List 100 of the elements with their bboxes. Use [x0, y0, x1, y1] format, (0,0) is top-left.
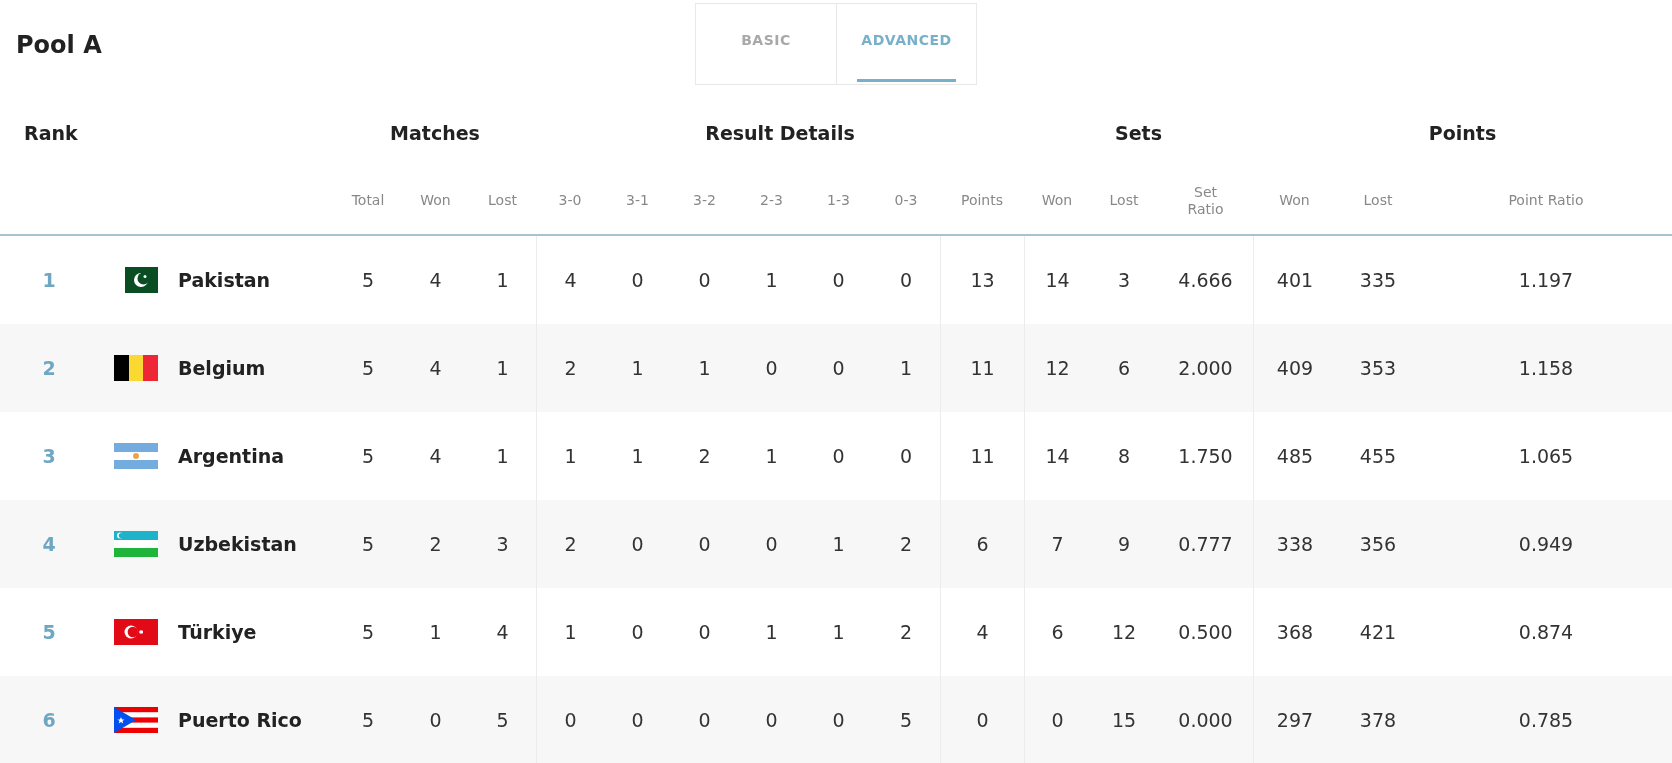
table-cell: 1 [631, 357, 644, 379]
table-cell: 13 [970, 269, 995, 291]
table-cell: 15 [1111, 709, 1137, 731]
table-cell: 6 [1051, 621, 1064, 643]
table-cell: 2 [564, 357, 577, 379]
team-name: Uzbekistan [178, 533, 297, 555]
table-cell: 5 [361, 357, 375, 379]
table-cell: 1 [496, 269, 509, 291]
table-cell: 5 [496, 709, 509, 731]
table-cell: 0 [1051, 709, 1064, 731]
table-cell: 2 [899, 621, 913, 643]
team-name: Türkiye [178, 621, 257, 643]
table-cell: 1 [765, 445, 778, 467]
table-cell: 5 [361, 533, 375, 555]
column-header: Total [351, 192, 385, 210]
table-cell: 14 [1045, 269, 1070, 291]
table-cell: 0 [832, 709, 845, 731]
table-cell: 4 [564, 269, 577, 291]
column-header: Set Ratio [1186, 183, 1225, 219]
table-cell: 4 [429, 445, 442, 467]
table-cell: 0.949 [1518, 533, 1574, 555]
table-cell: 1 [496, 445, 509, 467]
table-cell: 9 [1117, 533, 1131, 555]
rank-number: 3 [42, 445, 56, 467]
table-cell: 14 [1045, 445, 1070, 467]
column-group-header: Sets [1115, 122, 1162, 144]
table-cell: 0.777 [1178, 533, 1233, 555]
table-cell: 1.197 [1518, 269, 1574, 291]
flag-icon [114, 443, 158, 469]
table-cell: 335 [1359, 269, 1397, 291]
table-cell: 3 [496, 533, 509, 555]
table-cell: 1.750 [1178, 445, 1233, 467]
table-cell: 11 [970, 445, 995, 467]
table-cell: 353 [1359, 357, 1397, 379]
view-tab[interactable]: BASIC [696, 4, 836, 84]
table-cell: 4 [496, 621, 509, 643]
pool-title: Pool A [16, 31, 102, 59]
table-cell: 0 [631, 709, 644, 731]
column-group-header: Matches [390, 122, 480, 144]
rank-number: 5 [42, 621, 56, 643]
team-name: Argentina [178, 445, 285, 467]
table-cell: 421 [1359, 621, 1397, 643]
column-header: Lost [1363, 192, 1393, 210]
table-cell: 401 [1276, 269, 1314, 291]
table-cell: 0 [765, 709, 778, 731]
table-cell: 1.158 [1518, 357, 1574, 379]
rank-number: 4 [42, 533, 56, 555]
column-header: Points [960, 192, 1004, 210]
table-cell: 1 [698, 357, 711, 379]
team-name: Pakistan [178, 269, 271, 291]
table-cell: 455 [1359, 445, 1397, 467]
table-cell: 1 [564, 445, 577, 467]
table-cell: 356 [1359, 533, 1397, 555]
table-cell: 0 [631, 621, 644, 643]
table-cell: 0 [832, 445, 845, 467]
column-header: 1-3 [827, 192, 850, 210]
table-cell: 0 [698, 533, 711, 555]
team-name: Belgium [178, 357, 266, 379]
table-cell: 0 [832, 269, 845, 291]
table-cell: 485 [1276, 445, 1314, 467]
rank-number: 2 [42, 357, 56, 379]
table-cell: 0.785 [1518, 709, 1574, 731]
table-cell: 1 [496, 357, 509, 379]
flag-icon [114, 531, 158, 557]
column-header: 2-3 [760, 192, 783, 210]
table-cell: 11 [970, 357, 995, 379]
table-cell: 6 [976, 533, 989, 555]
table-cell: 1 [564, 621, 577, 643]
flag-icon [114, 355, 158, 381]
view-tab[interactable]: ADVANCED [836, 4, 976, 84]
table-cell: 8 [1117, 445, 1131, 467]
table-cell: 2 [899, 533, 913, 555]
table-cell: 1 [631, 445, 644, 467]
table-cell: 378 [1359, 709, 1397, 731]
column-header: 3-2 [693, 192, 716, 210]
column-header: Lost [1109, 192, 1139, 210]
table-cell: 1 [832, 533, 845, 555]
table-cell: 368 [1276, 621, 1314, 643]
table-cell: 1.065 [1518, 445, 1574, 467]
table-cell: 5 [361, 709, 375, 731]
column-header: Won [1279, 192, 1310, 210]
table-cell: 1 [832, 621, 845, 643]
table-cell: 0 [832, 357, 845, 379]
table-cell: 12 [1045, 357, 1070, 379]
table-cell: 5 [361, 269, 375, 291]
column-header: Won [1041, 192, 1073, 210]
column-header: 3-1 [626, 192, 649, 210]
column-header: 3-0 [558, 192, 582, 210]
table-cell: 0.000 [1178, 709, 1233, 731]
table-cell: 1 [765, 621, 778, 643]
table-cell: 0 [429, 709, 442, 731]
table-cell: 297 [1276, 709, 1314, 731]
table-cell: 5 [899, 709, 913, 731]
table-cell: 0 [564, 709, 577, 731]
table-cell: 3 [1117, 269, 1131, 291]
table-cell: 0 [631, 269, 644, 291]
table-cell: 0 [899, 269, 913, 291]
table-cell: 4 [976, 621, 989, 643]
column-group-header: Result Details [705, 122, 855, 144]
table-cell: 338 [1276, 533, 1314, 555]
